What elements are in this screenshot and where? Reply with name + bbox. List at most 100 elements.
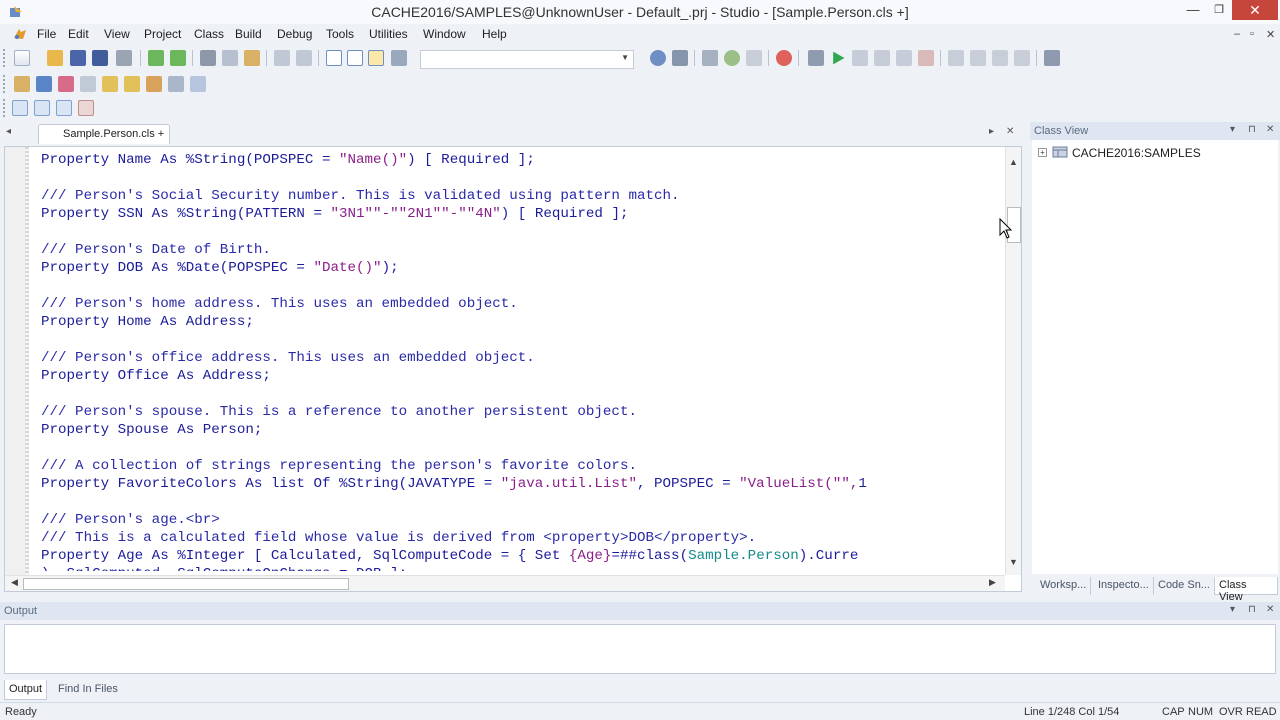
new-index-icon[interactable]: [124, 76, 140, 92]
forward-icon[interactable]: [170, 50, 186, 66]
new-query-icon[interactable]: [102, 76, 118, 92]
float-icon[interactable]: ⊓: [1248, 604, 1256, 615]
toolbar-grip[interactable]: [3, 49, 6, 67]
code-line[interactable]: /// Person's office address. This uses a…: [41, 349, 1005, 367]
mdi-restore-button[interactable]: ▫: [1250, 28, 1254, 40]
code-line[interactable]: Property FavoriteColors As list Of %Stri…: [41, 475, 1005, 493]
run-icon[interactable]: [724, 50, 740, 66]
scroll-left-icon[interactable]: ◀: [11, 577, 18, 588]
cascade-icon[interactable]: [34, 100, 50, 116]
output-pane[interactable]: [4, 624, 1276, 674]
open-icon[interactable]: [47, 50, 63, 66]
paste-icon[interactable]: [244, 50, 260, 66]
mdi-minimize-button[interactable]: –: [1234, 28, 1240, 40]
step-over-icon[interactable]: [970, 50, 986, 66]
play-icon[interactable]: [833, 51, 845, 65]
scroll-down-icon[interactable]: ▼: [1009, 557, 1018, 567]
window-icon[interactable]: [12, 100, 28, 116]
tab-find-in-files[interactable]: Find In Files: [54, 680, 122, 700]
tab-inspector[interactable]: Inspecto...: [1094, 577, 1154, 595]
tab-scroll-right-icon[interactable]: ▸: [989, 126, 994, 137]
code-line[interactable]: /// A collection of strings representing…: [41, 457, 1005, 475]
code-area[interactable]: Property Name As %String(POPSPEC = "Name…: [41, 151, 1005, 571]
code-line[interactable]: Property SSN As %String(PATTERN = "3N1""…: [41, 205, 1005, 223]
tab-class-view[interactable]: Class View: [1214, 577, 1278, 603]
code-line[interactable]: [41, 493, 1005, 511]
indent-icon[interactable]: [326, 50, 342, 66]
new-method-icon[interactable]: [58, 76, 74, 92]
code-line[interactable]: ), SqlComputed, SqlComputeOnChange = DOB…: [41, 565, 1005, 571]
tab-workspace[interactable]: Worksp...: [1036, 577, 1092, 595]
vertical-scrollbar[interactable]: ▲ ▼: [1005, 147, 1021, 575]
browser-icon[interactable]: [746, 50, 762, 66]
expand-icon[interactable]: +: [1038, 148, 1047, 157]
new-trigger-icon[interactable]: [146, 76, 162, 92]
copy-icon[interactable]: [222, 50, 238, 66]
menu-class[interactable]: Class: [194, 27, 224, 41]
code-line[interactable]: [41, 385, 1005, 403]
back-icon[interactable]: [148, 50, 164, 66]
float-icon[interactable]: ⊓: [1248, 124, 1256, 135]
new-icon[interactable]: [14, 50, 30, 66]
code-line[interactable]: Property Spouse As Person;: [41, 421, 1005, 439]
tree-item-namespace[interactable]: CACHE2016:SAMPLES: [1072, 146, 1201, 160]
restore-button[interactable]: ❐: [1206, 0, 1232, 20]
menu-edit[interactable]: Edit: [68, 27, 89, 41]
code-line[interactable]: /// Person's Social Security number. Thi…: [41, 187, 1005, 205]
bookmark-icon[interactable]: [368, 50, 384, 66]
code-line[interactable]: [41, 223, 1005, 241]
code-line[interactable]: [41, 277, 1005, 295]
tab-sample-person[interactable]: Sample.Person.cls +: [38, 124, 170, 144]
step-icon[interactable]: [852, 50, 868, 66]
cut-icon[interactable]: [200, 50, 216, 66]
new-storage-icon[interactable]: [190, 76, 206, 92]
code-line[interactable]: Property Name As %String(POPSPEC = "Name…: [41, 151, 1005, 169]
step-out-icon[interactable]: [992, 50, 1008, 66]
tab-close-icon[interactable]: ✕: [1006, 126, 1014, 137]
cancel-icon[interactable]: [918, 50, 934, 66]
code-line[interactable]: Property Home As Address;: [41, 313, 1005, 331]
code-line[interactable]: [41, 439, 1005, 457]
inspector-icon[interactable]: [702, 50, 718, 66]
toolbar-grip[interactable]: [3, 99, 6, 117]
code-line[interactable]: /// Person's home address. This uses an …: [41, 295, 1005, 313]
scroll-thumb[interactable]: [23, 578, 349, 590]
tab-output[interactable]: Output: [4, 680, 48, 700]
stop-debug-icon[interactable]: [874, 50, 890, 66]
debug-target-icon[interactable]: [672, 50, 688, 66]
menu-view[interactable]: View: [104, 27, 130, 41]
code-line[interactable]: /// Person's Date of Birth.: [41, 241, 1005, 259]
close-window-icon[interactable]: [78, 100, 94, 116]
code-line[interactable]: /// This is a calculated field whose val…: [41, 529, 1005, 547]
outdent-icon[interactable]: [347, 50, 363, 66]
scroll-up-icon[interactable]: ▲: [1009, 157, 1018, 167]
toolbar-grip[interactable]: [3, 75, 6, 93]
new-parameter-icon[interactable]: [80, 76, 96, 92]
scroll-right-icon[interactable]: ▶: [989, 577, 996, 588]
save-all-icon[interactable]: [92, 50, 108, 66]
mdi-close-button[interactable]: ✕: [1266, 28, 1275, 41]
close-button[interactable]: ✕: [1232, 0, 1278, 20]
code-line[interactable]: [41, 169, 1005, 187]
save-icon[interactable]: [70, 50, 86, 66]
code-line[interactable]: /// Person's age.<br>: [41, 511, 1005, 529]
menu-tools[interactable]: Tools: [326, 27, 354, 41]
options-icon[interactable]: [1044, 50, 1060, 66]
minimize-button[interactable]: —: [1180, 0, 1206, 20]
redo-icon[interactable]: [296, 50, 312, 66]
tab-code-snippets[interactable]: Code Sn...: [1154, 577, 1215, 595]
print-icon[interactable]: [116, 50, 132, 66]
tile-icon[interactable]: [56, 100, 72, 116]
new-class-icon[interactable]: [14, 76, 30, 92]
code-line[interactable]: /// Person's spouse. This is a reference…: [41, 403, 1005, 421]
code-line[interactable]: Property DOB As %Date(POPSPEC = "Date()"…: [41, 259, 1005, 277]
pin-menu-icon[interactable]: ▾: [1230, 124, 1235, 135]
target-combo[interactable]: ▼: [420, 50, 634, 69]
studio-menu-icon[interactable]: [12, 26, 28, 42]
close-icon[interactable]: ✕: [1266, 604, 1274, 615]
stop-icon[interactable]: [776, 50, 792, 66]
compile-icon[interactable]: [650, 50, 666, 66]
pin-menu-icon[interactable]: ▾: [1230, 604, 1235, 615]
code-editor[interactable]: Property Name As %String(POPSPEC = "Name…: [4, 146, 1022, 592]
horizontal-scrollbar[interactable]: ◀ ▶: [5, 575, 1005, 591]
